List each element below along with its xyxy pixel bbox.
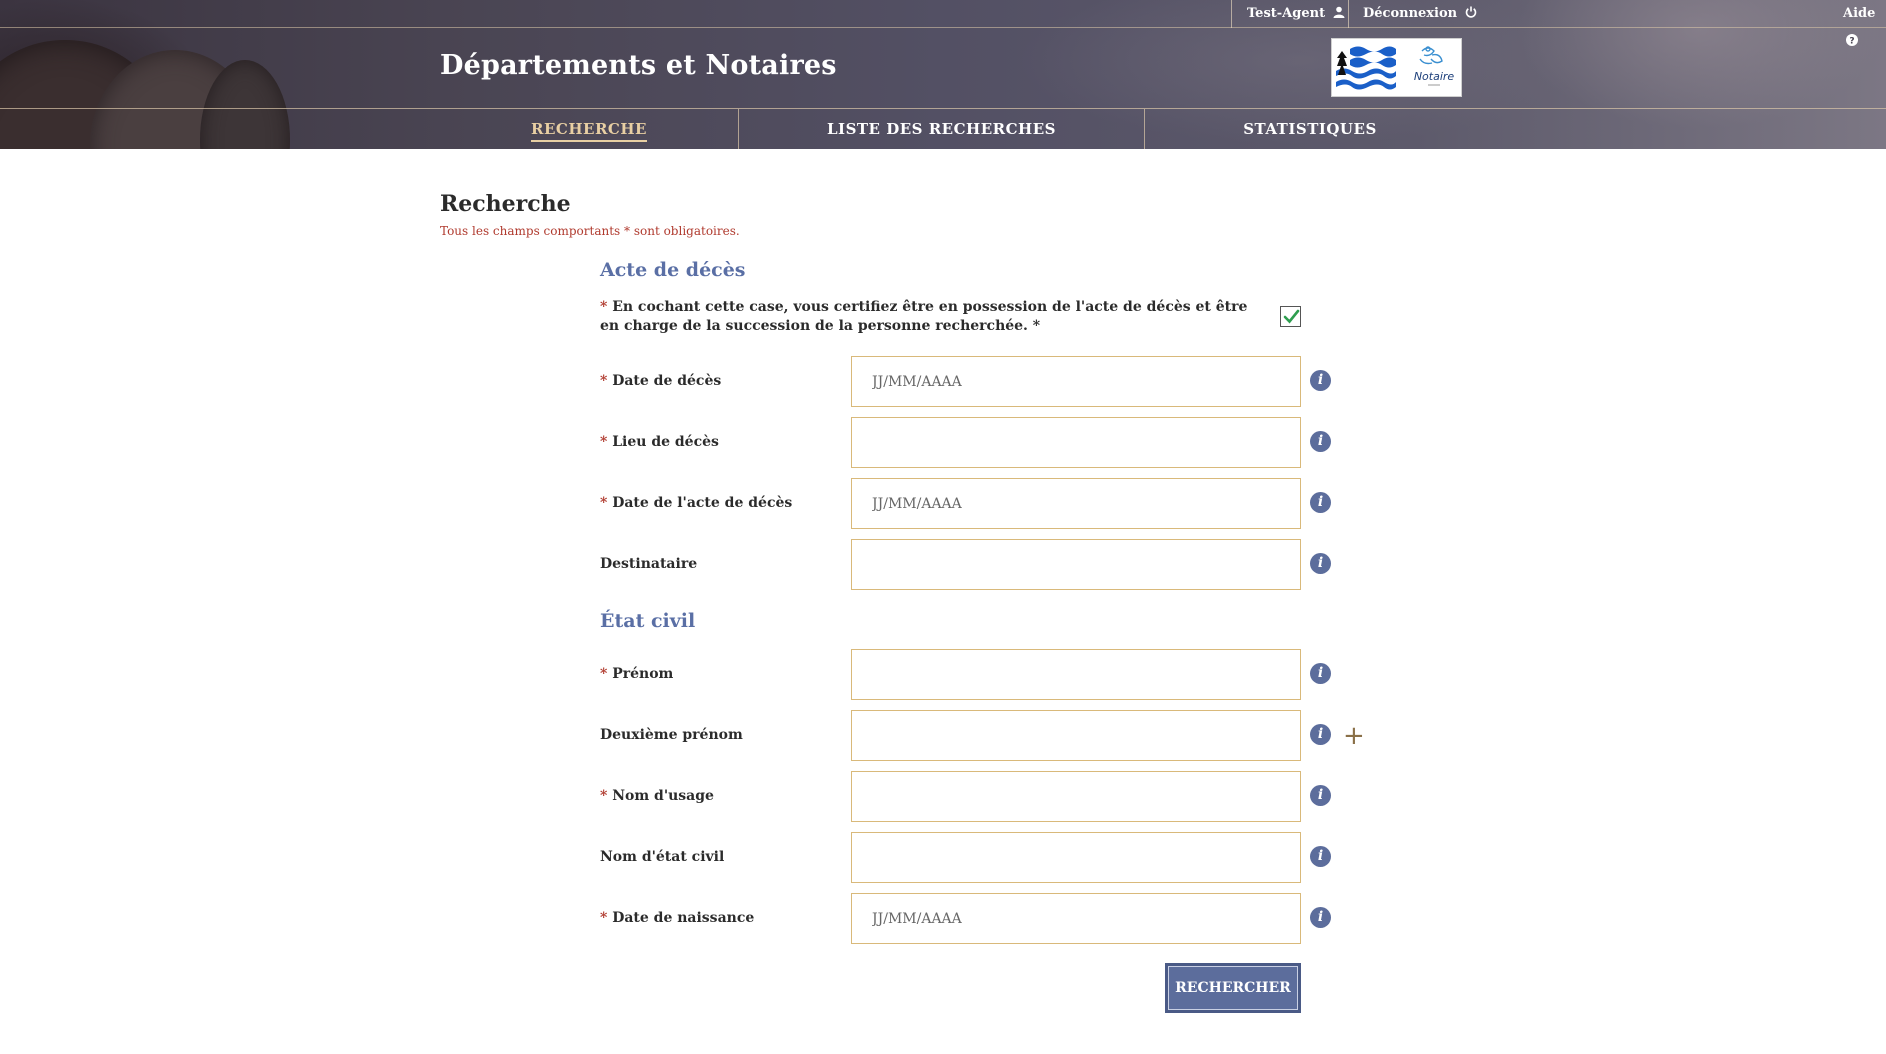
label-deuxieme-prenom: Deuxième prénom <box>600 727 743 743</box>
info-icon[interactable]: i <box>1310 724 1331 745</box>
top-bar-separator <box>1231 0 1232 28</box>
label-destinataire: Destinataire <box>600 556 697 572</box>
label-prenom: * Prénom <box>600 666 673 682</box>
field-label: Date de l'acte de décès <box>612 495 793 511</box>
section-title-etat-civil: État civil <box>600 610 696 632</box>
label-nom-d-etat-civil: Nom d'état civil <box>600 849 724 865</box>
required-star: * <box>600 788 608 804</box>
field-label: Nom d'usage <box>612 788 714 804</box>
question-icon: ? <box>1846 34 1858 46</box>
field-label: Destinataire <box>600 556 698 572</box>
tab-liste-des-recherches[interactable]: LISTE DES RECHERCHES <box>739 109 1144 149</box>
info-icon[interactable]: i <box>1310 492 1331 513</box>
field-label: Lieu de décès <box>612 434 719 450</box>
help-label: Aide <box>1843 6 1876 21</box>
info-icon[interactable]: i <box>1310 431 1331 452</box>
site-title: Départements et Notaires <box>440 50 837 81</box>
lieu-de-deces-input[interactable] <box>851 417 1301 468</box>
top-bar: Test-Agent Déconnexion Aide ? <box>0 0 1886 46</box>
departement-notaire-logo: Notaire <box>1331 38 1462 97</box>
search-button[interactable]: RECHERCHER <box>1165 963 1301 1013</box>
tab-statistiques[interactable]: STATISTIQUES <box>1145 109 1475 149</box>
label-nom-d-usage: * Nom d'usage <box>600 788 714 804</box>
field-label: Nom d'état civil <box>600 849 725 865</box>
tab-label: RECHERCHE <box>531 120 647 142</box>
tab-recherche[interactable]: RECHERCHE <box>440 109 738 149</box>
required-star: * <box>600 910 608 926</box>
info-icon[interactable]: i <box>1310 846 1331 867</box>
field-label: Date de décès <box>612 373 722 389</box>
info-icon[interactable]: i <box>1310 907 1331 928</box>
required-fields-note: Tous les champs comportants * sont oblig… <box>440 224 740 238</box>
logo-graphic: Notaire <box>1334 42 1455 95</box>
logout-link[interactable]: Déconnexion <box>1363 0 1477 28</box>
label-date-de-deces: * Date de décès <box>600 373 721 389</box>
logo-text: Notaire <box>1414 70 1455 83</box>
main-nav: RECHERCHE LISTE DES RECHERCHES STATISTIQ… <box>0 108 1886 149</box>
tab-label: LISTE DES RECHERCHES <box>827 120 1056 138</box>
nom-d-etat-civil-input[interactable] <box>851 832 1301 883</box>
date-de-naissance-input[interactable] <box>851 893 1301 944</box>
destinataire-input[interactable] <box>851 539 1301 590</box>
field-label: Prénom <box>612 666 674 682</box>
nom-d-usage-input[interactable] <box>851 771 1301 822</box>
label-lieu-de-deces: * Lieu de décès <box>600 434 719 450</box>
required-star: * <box>600 495 608 511</box>
required-star: * <box>600 299 608 315</box>
label-date-acte-de-deces: * Date de l'acte de décès <box>600 495 792 511</box>
top-bar-separator <box>1348 0 1349 28</box>
label-date-de-naissance: * Date de naissance <box>600 910 754 926</box>
section-title-acte-de-deces: Acte de décès <box>600 259 746 281</box>
required-star: * <box>600 666 608 682</box>
field-label: Deuxième prénom <box>600 727 743 743</box>
add-firstname-icon[interactable]: + <box>1343 723 1365 749</box>
info-icon[interactable]: i <box>1310 663 1331 684</box>
deuxieme-prenom-input[interactable] <box>851 710 1301 761</box>
logout-label: Déconnexion <box>1363 6 1458 21</box>
required-star: * <box>600 434 608 450</box>
certification-label: En cochant cette case, vous certifiez êt… <box>600 299 1248 334</box>
help-link[interactable]: Aide ? <box>1843 0 1886 46</box>
date-acte-de-deces-input[interactable] <box>851 478 1301 529</box>
svg-text:?: ? <box>1849 37 1854 47</box>
user-icon <box>1333 6 1345 18</box>
date-de-deces-input[interactable] <box>851 356 1301 407</box>
info-icon[interactable]: i <box>1310 553 1331 574</box>
certification-text: * En cochant cette case, vous certifiez … <box>600 298 1260 336</box>
power-icon <box>1465 6 1476 18</box>
check-icon <box>1283 309 1300 324</box>
info-icon[interactable]: i <box>1310 370 1331 391</box>
prenom-input[interactable] <box>851 649 1301 700</box>
info-icon[interactable]: i <box>1310 785 1331 806</box>
field-label: Date de naissance <box>612 910 755 926</box>
tab-label: STATISTIQUES <box>1243 120 1377 138</box>
required-star: * <box>600 373 608 389</box>
user-label: Test-Agent <box>1247 6 1326 21</box>
user-menu[interactable]: Test-Agent <box>1247 0 1345 28</box>
page-title: Recherche <box>440 191 571 217</box>
header-banner: Test-Agent Déconnexion Aide ? Départemen… <box>0 0 1886 149</box>
certification-checkbox[interactable] <box>1280 306 1301 327</box>
